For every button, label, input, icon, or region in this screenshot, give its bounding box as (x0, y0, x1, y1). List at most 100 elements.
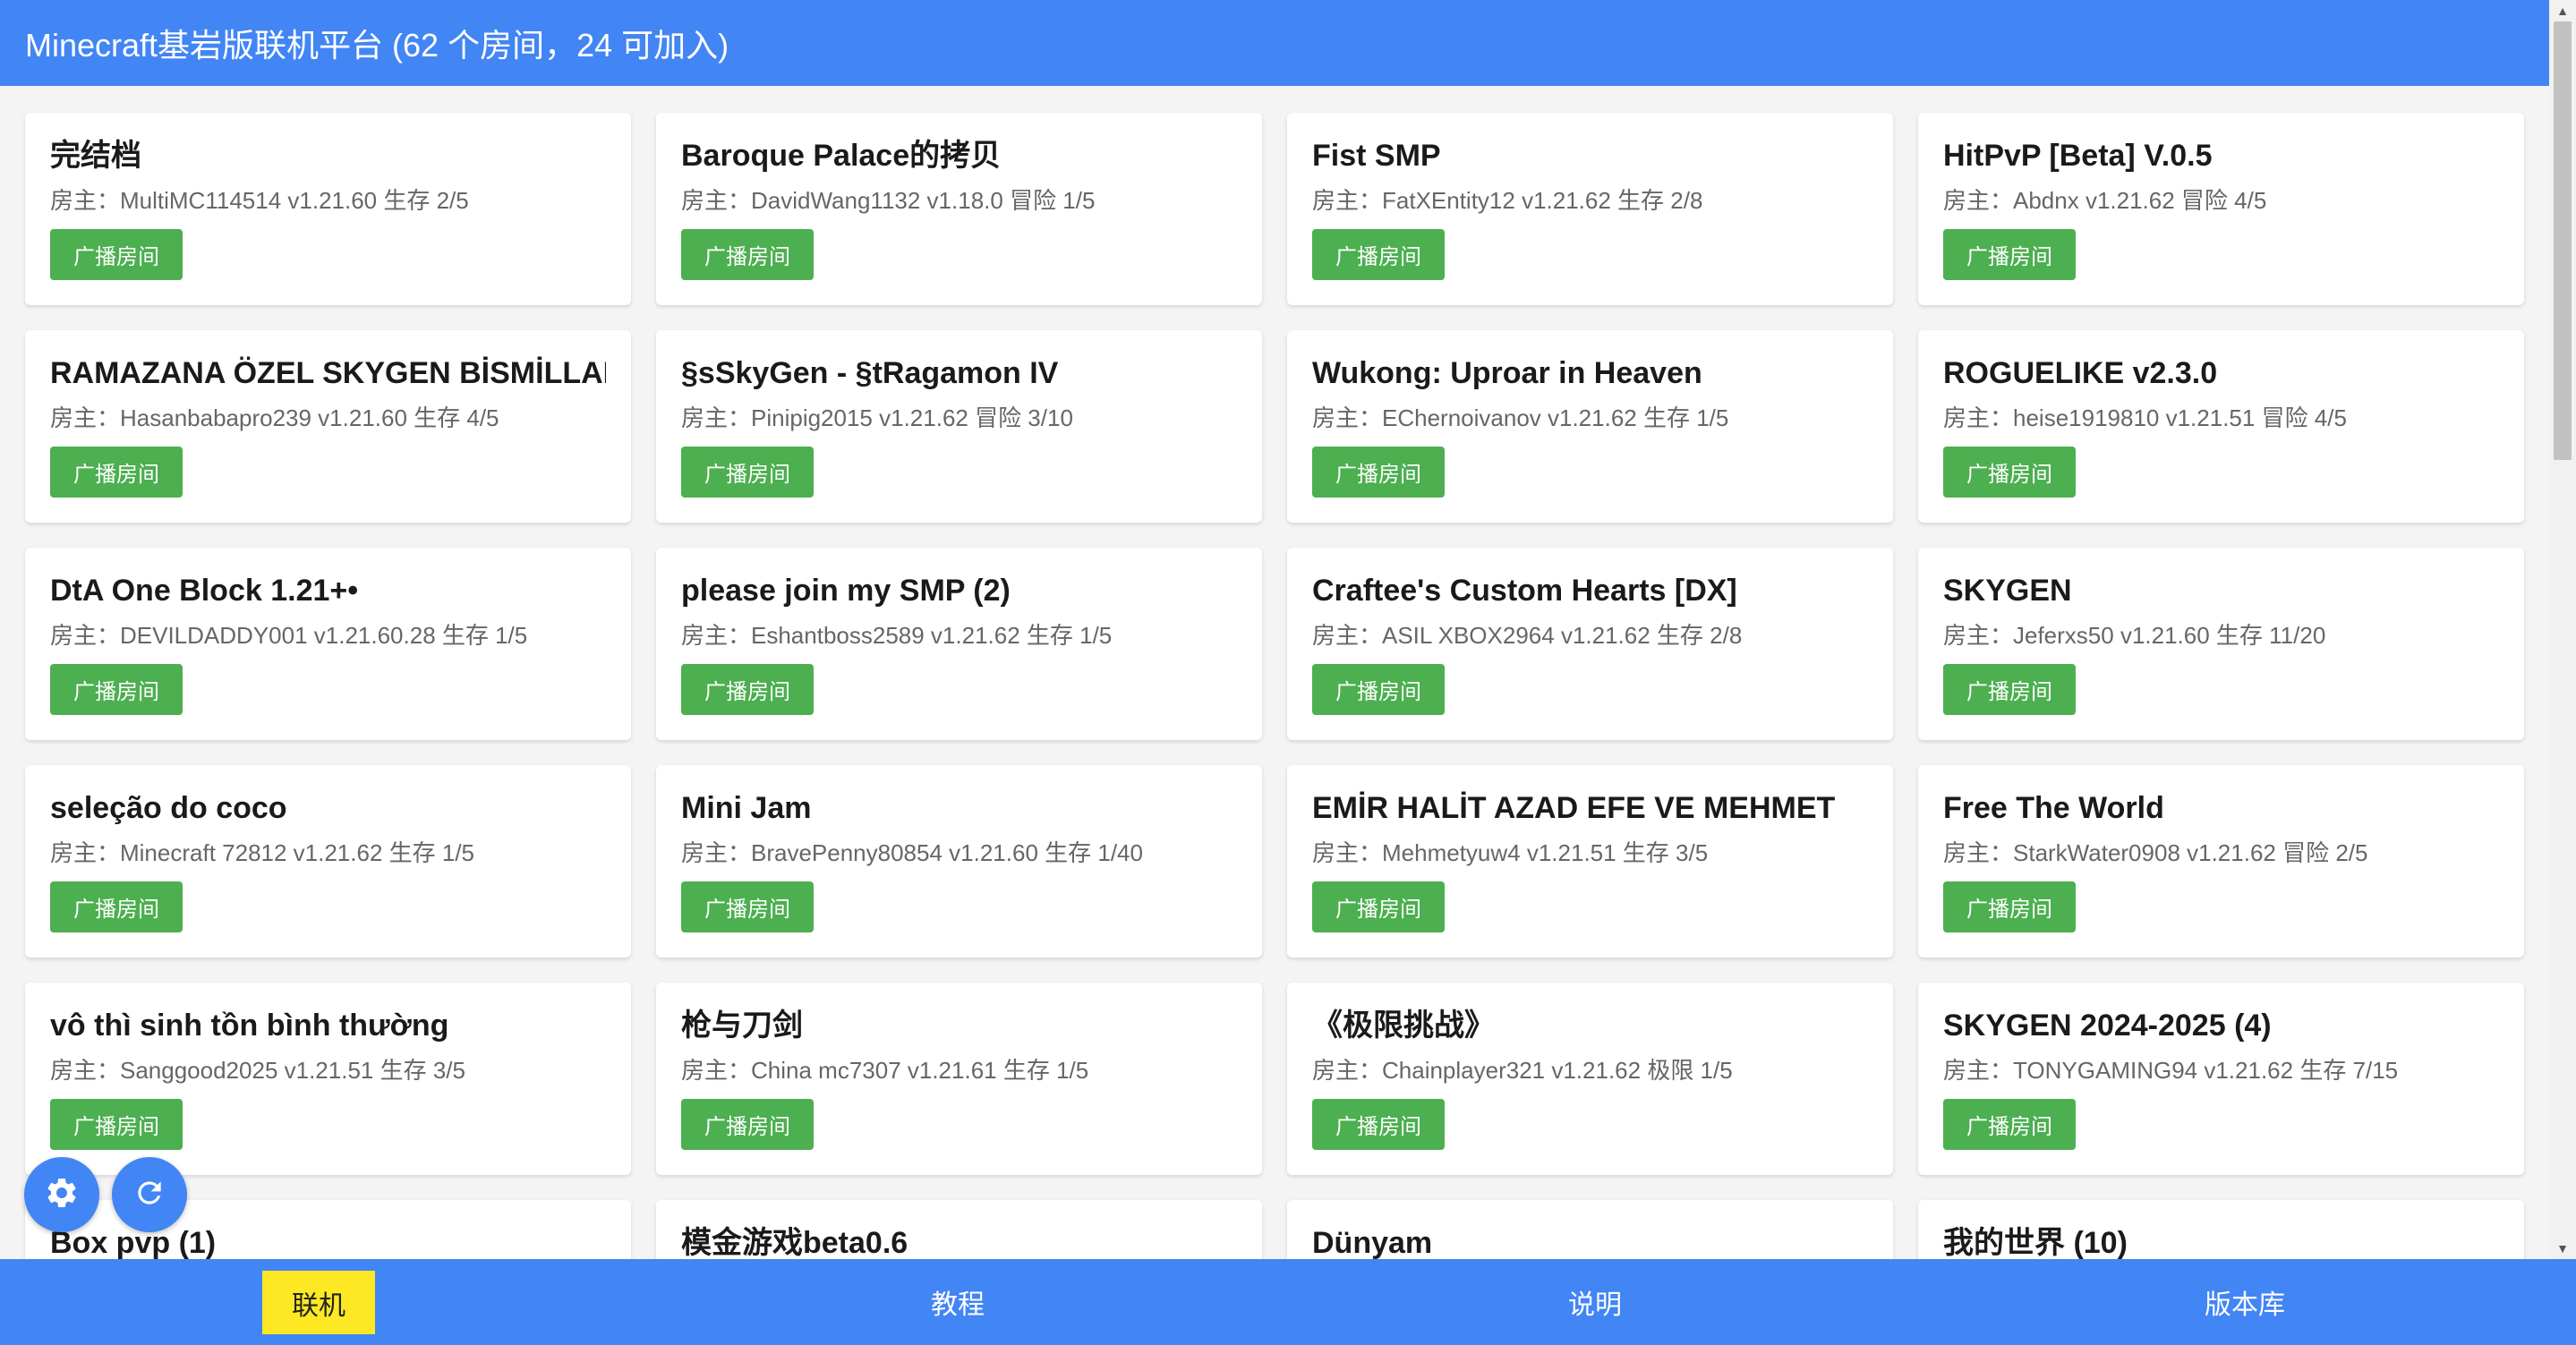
room-meta: 房主：FatXEntity12 v1.21.62 生存 2/8 (1312, 187, 1703, 214)
room-title: EMİR HALİT AZAD EFE VE MEHMET (1312, 791, 1836, 825)
room-card: Dünyam (1287, 1200, 1893, 1259)
broadcast-room-button[interactable]: 广播房间 (681, 447, 814, 498)
room-card: Wukong: Uproar in Heaven 房主：EChernoivanov… (1287, 330, 1893, 523)
room-card: SKYGEN 2024-2025 (4) 房主：TONYGAMING94 v1.2… (1918, 983, 2524, 1175)
scroll-down-arrow-icon[interactable]: ▼ (2549, 1238, 2576, 1259)
broadcast-room-button[interactable]: 广播房间 (1312, 664, 1445, 715)
room-title: 完结档 (50, 139, 141, 173)
room-card: Fist SMP 房主：FatXEntity12 v1.21.62 生存 2/8 广… (1287, 113, 1893, 305)
room-list-area[interactable]: 完结档 房主：MultiMC114514 v1.21.60 生存 2/5 广播房间 B… (0, 86, 2549, 1259)
room-title: Craftee's Custom Hearts [DX] (1312, 574, 1737, 608)
room-title: Baroque Palace的拷贝 (681, 139, 1002, 173)
settings-button[interactable] (24, 1157, 99, 1232)
broadcast-room-button[interactable]: 广播房间 (1312, 229, 1445, 280)
broadcast-room-button[interactable]: 广播房间 (681, 664, 814, 715)
room-meta: 房主：DEVILDADDY001 v1.21.60.28 生存 1/5 (50, 622, 528, 649)
room-title: SKYGEN 2024-2025 (4) (1943, 1009, 2272, 1043)
room-title: Wukong: Uproar in Heaven (1312, 356, 1702, 390)
scrollbar-thumb[interactable] (2554, 21, 2572, 460)
tab-version-library[interactable]: 版本库 (2191, 1259, 2299, 1345)
room-meta: 房主：ASIL XBOX2964 v1.21.62 生存 2/8 (1312, 622, 1743, 649)
tab-instructions[interactable]: 说明 (1541, 1259, 1649, 1345)
tab-tutorial[interactable]: 教程 (904, 1259, 1011, 1345)
tab-tutorial-label: 教程 (931, 1290, 985, 1320)
broadcast-room-button[interactable]: 广播房间 (1943, 447, 2076, 498)
room-title: Free The World (1943, 791, 2164, 825)
broadcast-room-button[interactable]: 广播房间 (1943, 1099, 2076, 1150)
broadcast-room-button[interactable]: 广播房间 (50, 229, 183, 280)
broadcast-room-button[interactable]: 广播房间 (681, 881, 814, 932)
room-card: 完结档房主：MultiMC114514 v1.21.60 生存 2/5 广播房间 (25, 113, 631, 305)
room-card: RAMAZANA ÖZEL SKYGEN BİSMİLLAH 房主：Hasanba… (25, 330, 631, 523)
room-title: §sSkyGen - §tRagamon IV (681, 356, 1059, 390)
room-meta: 房主：Sanggood2025 v1.21.51 生存 3/5 (50, 1057, 465, 1084)
page-title: Minecraft基岩版联机平台 (62 个房间，24 可加入) (25, 27, 729, 64)
room-card: ROGUELIKE v2.3.0 房主：heise1919810 v1.21.51… (1918, 330, 2524, 523)
broadcast-room-button[interactable]: 广播房间 (681, 229, 814, 280)
room-card: Baroque Palace的拷贝房主：DavidWang1132 v1.18.… (656, 113, 1262, 305)
app-window: Minecraft基岩版联机平台 (62 个房间，24 可加入) 完结档房主：M… (0, 0, 2576, 1345)
room-card: EMİR HALİT AZAD EFE VE MEHMET 房主：Mehmetyu… (1287, 765, 1893, 958)
room-meta: 房主：China mc7307 v1.21.61 生存 1/5 (681, 1057, 1089, 1084)
broadcast-room-button[interactable]: 广播房间 (50, 1099, 183, 1150)
room-meta: 房主：Abdnx v1.21.62 冒险 4/5 (1943, 187, 2267, 214)
room-card: vô thì sinh tồn bình thường 房主：Sanggood20… (25, 983, 631, 1175)
vertical-scrollbar[interactable]: ▲ ▼ (2549, 0, 2576, 1259)
room-title: vô thì sinh tồn bình thường (50, 1009, 449, 1043)
room-meta: 房主：TONYGAMING94 v1.21.62 生存 7/15 (1943, 1057, 2399, 1084)
room-meta: 房主：MultiMC114514 v1.21.60 生存 2/5 (50, 187, 469, 214)
room-card: 枪与刀剑房主：China mc7307 v1.21.61 生存 1/5 广播房间 (656, 983, 1262, 1175)
tab-version-library-label: 版本库 (2205, 1290, 2285, 1320)
room-grid: 完结档 房主：MultiMC114514 v1.21.60 生存 2/5 广播房间 B… (25, 113, 2525, 1259)
room-meta: 房主：EChernoivanov v1.21.62 生存 1/5 (1312, 404, 1729, 431)
room-meta: 房主：Pinipig2015 v1.21.62 冒险 3/10 (681, 404, 1073, 431)
room-title: Mini Jam (681, 791, 812, 825)
room-card: SKYGEN 房主：Jeferxs50 v1.21.60 生存 11/20 广播房间 (1918, 548, 2524, 740)
room-card: Free The World 房主：StarkWater0908 v1.21.62… (1918, 765, 2524, 958)
room-title: 《极限挑战》 (1312, 1009, 1495, 1043)
broadcast-room-button[interactable]: 广播房间 (1943, 229, 2076, 280)
room-title: 枪与刀剑 (681, 1009, 803, 1043)
broadcast-room-button[interactable]: 广播房间 (50, 664, 183, 715)
room-meta: 房主：DavidWang1132 v1.18.0 冒险 1/5 (681, 187, 1096, 214)
scroll-up-arrow-icon[interactable]: ▲ (2549, 0, 2576, 21)
room-card: 模金游戏beta0.6 (656, 1200, 1262, 1259)
room-card: HitPvP [Beta] V.0.5 房主：Abdnx v1.21.62 冒险 … (1918, 113, 2524, 305)
room-title: 模金游戏beta0.6 (681, 1226, 908, 1259)
room-meta: 房主：heise1919810 v1.21.51 冒险 4/5 (1943, 404, 2347, 431)
room-title: DtA One Block 1.21+• (50, 574, 359, 608)
room-meta: 房主：Chainplayer321 v1.21.62 极限 1/5 (1312, 1057, 1733, 1084)
broadcast-room-button[interactable]: 广播房间 (1312, 447, 1445, 498)
room-meta: 房主：StarkWater0908 v1.21.62 冒险 2/5 (1943, 839, 2368, 866)
refresh-button[interactable] (112, 1157, 187, 1232)
room-meta: 房主：BravePenny80854 v1.21.60 生存 1/40 (681, 839, 1143, 866)
page-header: Minecraft基岩版联机平台 (62 个房间，24 可加入) (0, 0, 2549, 86)
room-title: SKYGEN (1943, 574, 2072, 608)
broadcast-room-button[interactable]: 广播房间 (1312, 1099, 1445, 1150)
room-title: ROGUELIKE v2.3.0 (1943, 356, 2218, 390)
room-title: Dünyam (1312, 1226, 1433, 1259)
room-title: seleção do coco (50, 791, 287, 825)
refresh-icon (132, 1176, 166, 1214)
broadcast-room-button[interactable]: 广播房间 (1312, 881, 1445, 932)
room-card: §sSkyGen - §tRagamon IV 房主：Pinipig2015 v1… (656, 330, 1262, 523)
broadcast-room-button[interactable]: 广播房间 (1943, 881, 2076, 932)
broadcast-room-button[interactable]: 广播房间 (1943, 664, 2076, 715)
room-title: Fist SMP (1312, 139, 1441, 173)
tab-online[interactable]: 联机 (262, 1271, 375, 1334)
room-card: seleção do coco 房主：Minecraft 72812 v1.21.… (25, 765, 631, 958)
broadcast-room-button[interactable]: 广播房间 (681, 1099, 814, 1150)
room-meta: 房主：Mehmetyuw4 v1.21.51 生存 3/5 (1312, 839, 1709, 866)
tab-instructions-label: 说明 (1568, 1290, 1622, 1320)
broadcast-room-button[interactable]: 广播房间 (50, 447, 183, 498)
room-card: DtA One Block 1.21+• 房主：DEVILDADDY001 v1.… (25, 548, 631, 740)
broadcast-room-button[interactable]: 广播房间 (50, 881, 183, 932)
room-card: Mini Jam 房主：BravePenny80854 v1.21.60 生存 1… (656, 765, 1262, 958)
bottom-navigation: 联机 教程 说明 版本库 (0, 1259, 2576, 1345)
room-card: 《极限挑战》房主：Chainplayer321 v1.21.62 极限 1/5 广… (1287, 983, 1893, 1175)
room-title: please join my SMP (2) (681, 574, 1011, 608)
room-card: 我的世界 (10) (1918, 1200, 2524, 1259)
room-meta: 房主：Hasanbabapro239 v1.21.60 生存 4/5 (50, 404, 499, 431)
room-card: please join my SMP (2) 房主：Eshantboss2589 … (656, 548, 1262, 740)
room-title: HitPvP [Beta] V.0.5 (1943, 139, 2213, 173)
